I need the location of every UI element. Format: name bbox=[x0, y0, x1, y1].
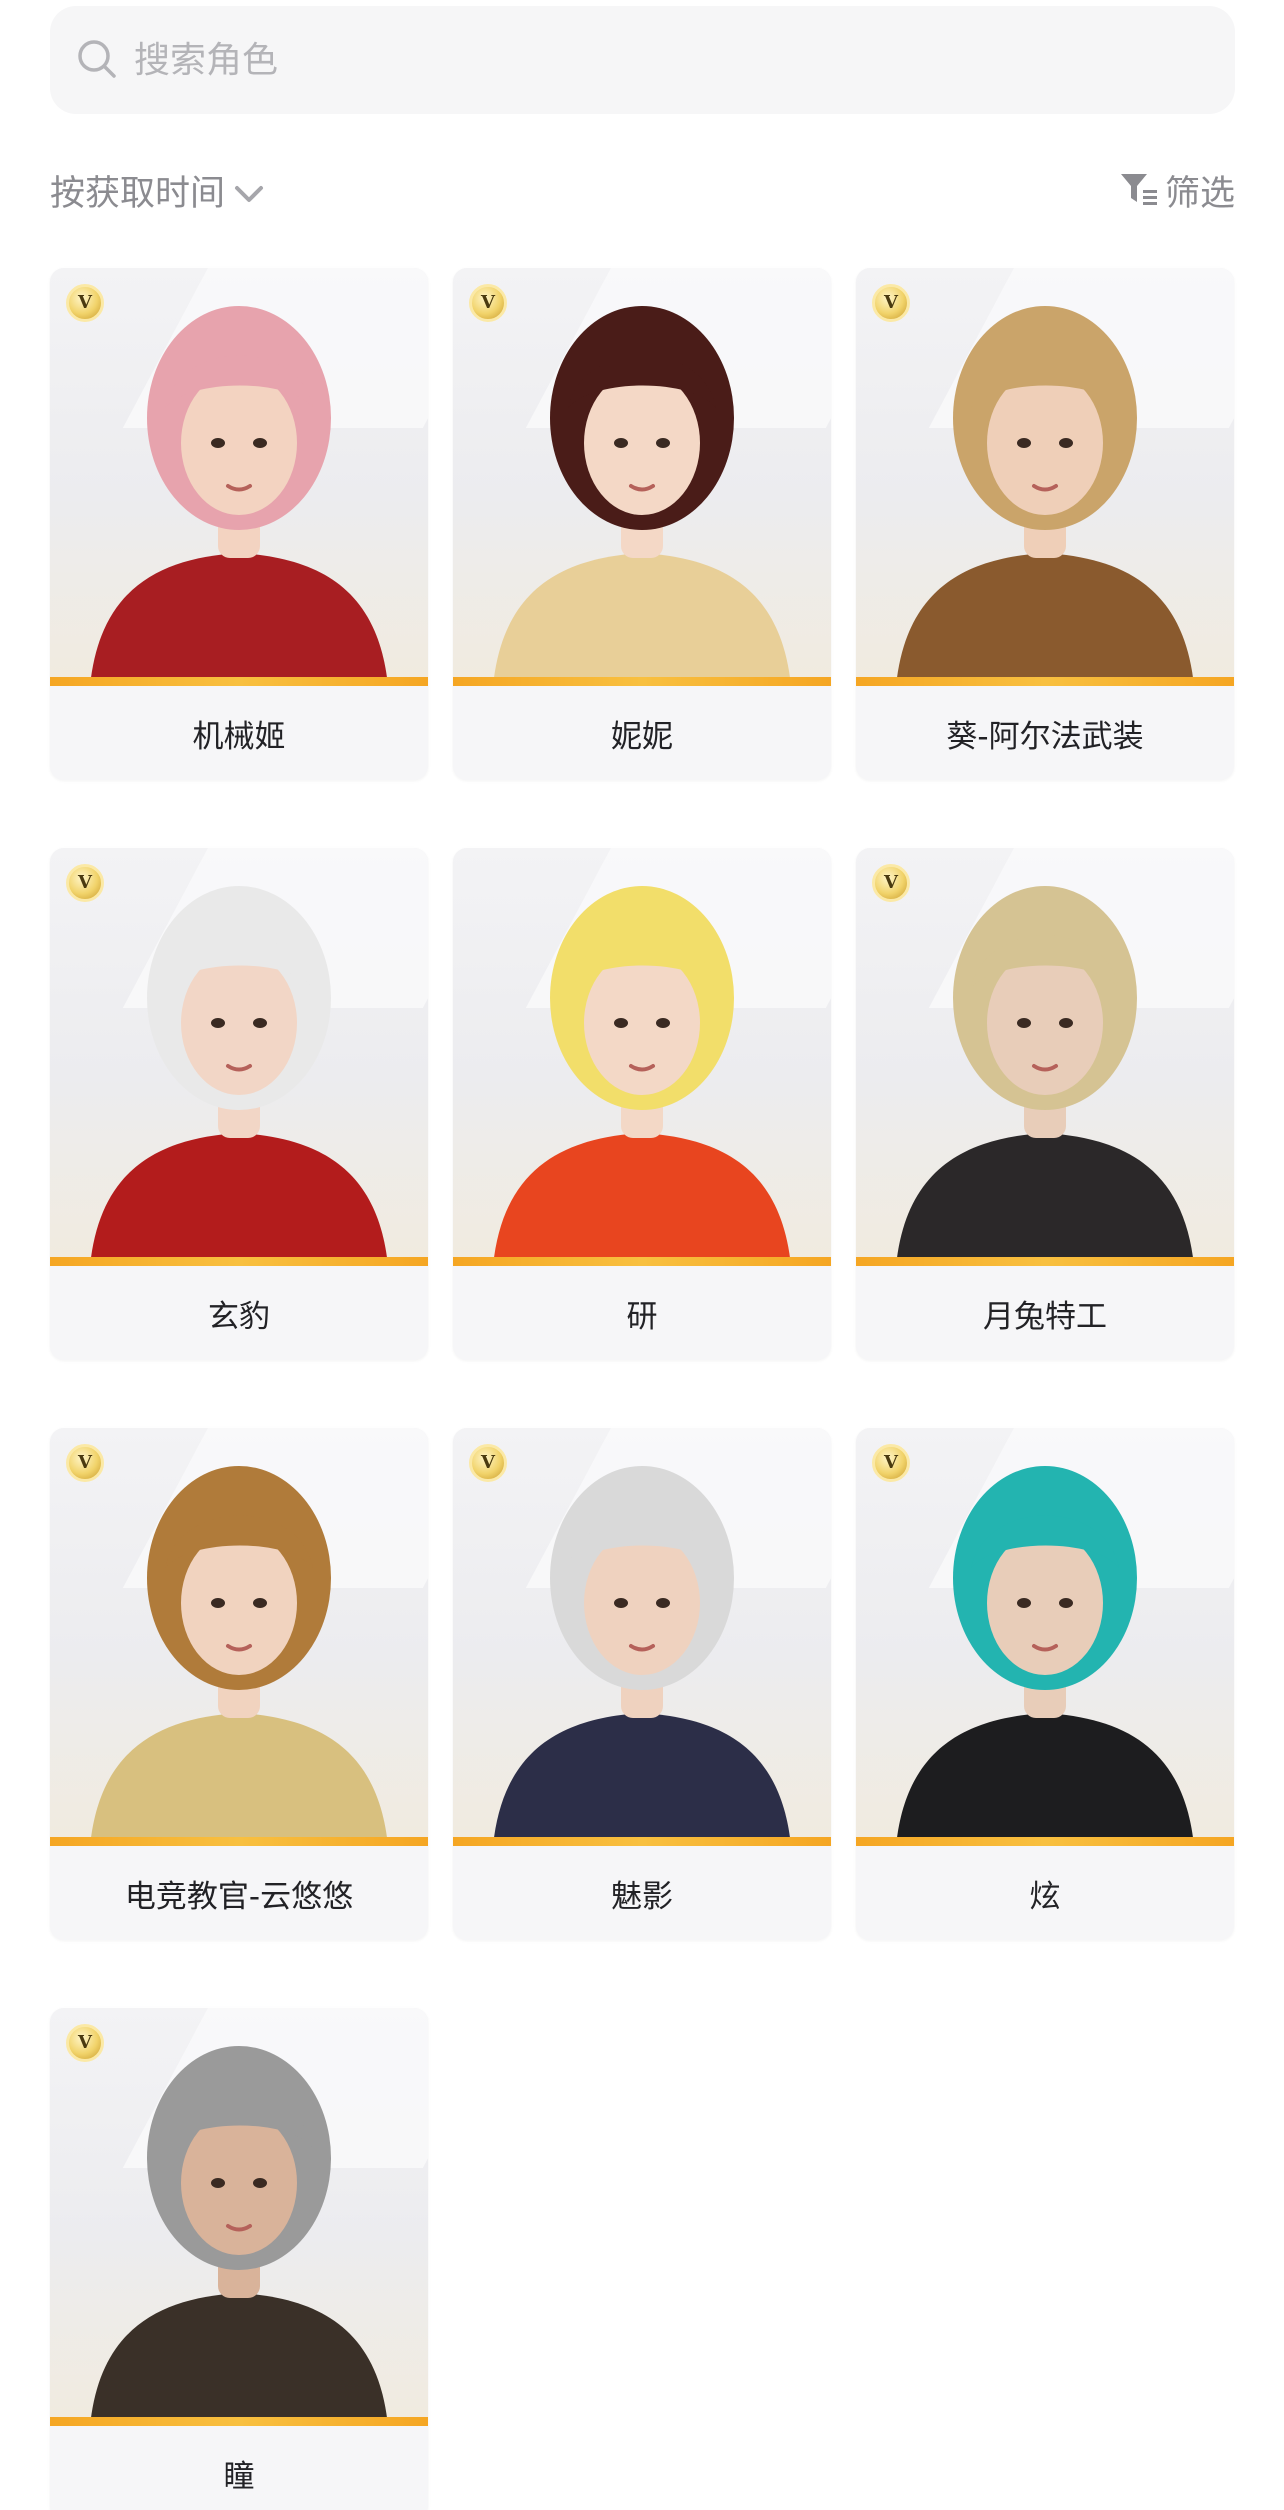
search-input[interactable] bbox=[134, 30, 1034, 90]
character-name: 机械姬 bbox=[50, 686, 428, 780]
vip-badge-letter: V bbox=[884, 292, 898, 313]
vip-badge-icon: V bbox=[872, 284, 910, 322]
character-portrait: V bbox=[856, 1428, 1234, 1846]
filter-button[interactable]: 筛选 bbox=[1119, 160, 1235, 220]
character-portrait: V bbox=[50, 848, 428, 1266]
character-card[interactable]: V 玄豹 bbox=[50, 848, 428, 1360]
vip-badge-letter: V bbox=[884, 1452, 898, 1473]
sort-filter-row: 按获取时间 筛选 bbox=[50, 160, 1235, 220]
sort-label: 按获取时间 bbox=[50, 173, 226, 214]
filter-label: 筛选 bbox=[1164, 173, 1235, 214]
sort-button[interactable]: 按获取时间 bbox=[50, 160, 267, 220]
character-card[interactable]: V 电竞教官-云悠悠 bbox=[50, 1428, 428, 1940]
character-card[interactable]: V 妮妮 bbox=[453, 268, 831, 780]
character-card[interactable]: V炫 bbox=[856, 1428, 1234, 1940]
role-gallery-page: 按获取时间 筛选 V 机械姬 V 妮妮 V 葵-阿尔法武装 V 玄豹研 V 月兔特工 V 电竞教官-云… bbox=[0, 0, 1284, 2510]
vip-badge-icon: V bbox=[469, 1444, 507, 1482]
character-name: 葵-阿尔法武装 bbox=[856, 686, 1234, 780]
character-name: 电竞教官-云悠悠 bbox=[50, 1846, 428, 1940]
character-figure bbox=[90, 306, 388, 686]
character-name: 研 bbox=[453, 1266, 831, 1360]
character-name: 月兔特工 bbox=[856, 1266, 1234, 1360]
character-figure bbox=[896, 306, 1194, 686]
character-name: 炫 bbox=[856, 1846, 1234, 1940]
character-card[interactable]: 研 bbox=[453, 848, 831, 1360]
character-name: 玄豹 bbox=[50, 1266, 428, 1360]
character-card[interactable]: V 葵-阿尔法武装 bbox=[856, 268, 1234, 780]
character-card[interactable]: V 月兔特工 bbox=[856, 848, 1234, 1360]
vip-badge-letter: V bbox=[78, 292, 92, 313]
character-card[interactable]: V 机械姬 bbox=[50, 268, 428, 780]
character-portrait: V bbox=[50, 2008, 428, 2426]
filter-icon bbox=[1119, 170, 1159, 210]
character-figure bbox=[493, 306, 791, 686]
character-figure bbox=[90, 886, 388, 1266]
vip-badge-icon: V bbox=[66, 864, 104, 902]
character-name: 瞳 bbox=[50, 2426, 428, 2510]
vip-badge-icon: V bbox=[872, 864, 910, 902]
character-name: 妮妮 bbox=[453, 686, 831, 780]
character-portrait: V bbox=[453, 268, 831, 686]
vip-badge-letter: V bbox=[481, 292, 495, 313]
character-figure bbox=[493, 1466, 791, 1846]
character-card[interactable]: V瞳 bbox=[50, 2008, 428, 2510]
vip-badge-letter: V bbox=[481, 1452, 495, 1473]
vip-badge-icon: V bbox=[66, 2024, 104, 2062]
character-figure bbox=[90, 2046, 388, 2426]
character-figure bbox=[493, 886, 791, 1266]
character-name: 魅影 bbox=[453, 1846, 831, 1940]
character-portrait: V bbox=[50, 1428, 428, 1846]
vip-badge-icon: V bbox=[469, 284, 507, 322]
vip-badge-letter: V bbox=[884, 872, 898, 893]
chevron-down-icon bbox=[231, 176, 267, 212]
character-portrait bbox=[453, 848, 831, 1266]
vip-badge-icon: V bbox=[66, 1444, 104, 1482]
vip-badge-icon: V bbox=[872, 1444, 910, 1482]
vip-badge-letter: V bbox=[78, 2032, 92, 2053]
character-figure bbox=[896, 886, 1194, 1266]
character-card[interactable]: V 魅影 bbox=[453, 1428, 831, 1940]
character-figure bbox=[896, 1466, 1194, 1846]
search-icon bbox=[74, 36, 122, 84]
character-grid: V 机械姬 V 妮妮 V 葵-阿尔法武装 V 玄豹研 V 月兔特工 V 电竞教官-云悠悠 V 魅影 V 炫 V 瞳 bbox=[50, 268, 1235, 2510]
character-portrait: V bbox=[856, 268, 1234, 686]
character-figure bbox=[90, 1466, 388, 1846]
character-portrait: V bbox=[50, 268, 428, 686]
vip-badge-letter: V bbox=[78, 1452, 92, 1473]
vip-badge-letter: V bbox=[78, 872, 92, 893]
character-portrait: V bbox=[856, 848, 1234, 1266]
search-bar[interactable] bbox=[50, 6, 1235, 114]
vip-badge-icon: V bbox=[66, 284, 104, 322]
character-portrait: V bbox=[453, 1428, 831, 1846]
